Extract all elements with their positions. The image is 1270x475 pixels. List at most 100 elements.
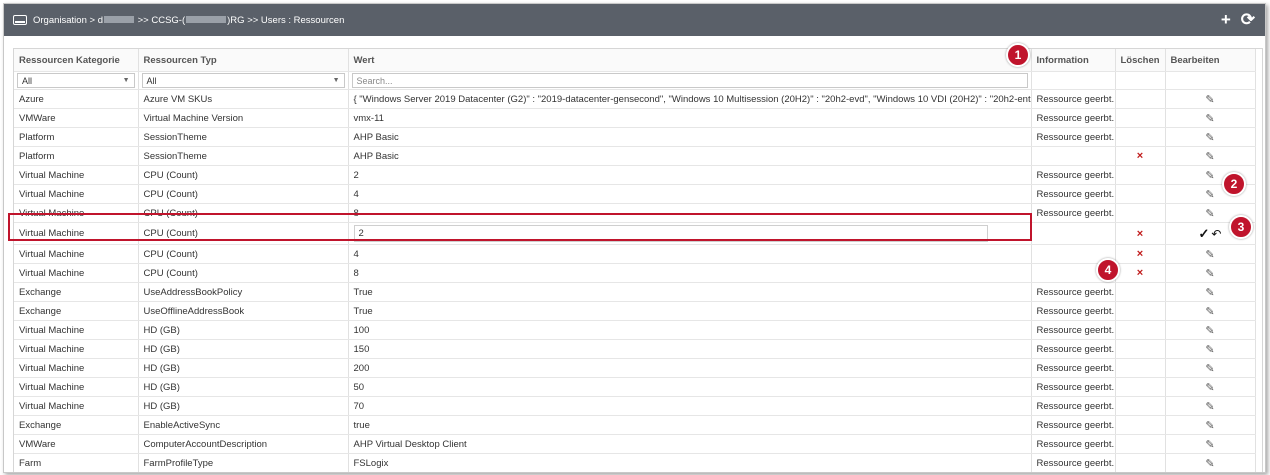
edit-pencil-icon[interactable]: ✎ [1205, 249, 1214, 261]
cell-loeschen [1115, 127, 1166, 147]
chevron-down-icon: ▼ [122, 77, 130, 84]
cell-information: Ressource geerbt. [1031, 396, 1116, 416]
cell-wert: 8 [348, 263, 1032, 283]
table-row[interactable]: Virtual Machine HD (GB) 50 Ressource geerbt… [14, 377, 1256, 397]
edit-pencil-icon[interactable]: ✎ [1205, 306, 1214, 318]
table-row[interactable]: Platform SessionTheme AHP Basic × ✎ [14, 146, 1256, 166]
cell-typ: HD (GB) [138, 358, 349, 378]
cell-wert: 200 [348, 358, 1032, 378]
edit-pencil-icon[interactable]: ✎ [1205, 113, 1214, 125]
table-row[interactable]: Virtual Machine CPU (Count) 2 Ressource gee… [14, 165, 1256, 185]
delete-icon[interactable]: × [1137, 228, 1143, 240]
cell-wert: 8 [348, 203, 1032, 223]
cell-bearbeiten: ✎ [1165, 453, 1256, 472]
resource-grid: Ressourcen Kategorie Ressourcen Typ Wert… [13, 48, 1263, 472]
col-header-wert[interactable]: Wert [348, 49, 1032, 72]
cell-typ: CPU (Count) [138, 222, 349, 245]
table-row[interactable]: Azure Azure VM SKUs{ "Windows Server 2019… [14, 89, 1256, 109]
table-row[interactable]: Virtual Machine CPU (Count) 4 Ressource gee… [14, 184, 1256, 204]
cell-loeschen: × [1115, 146, 1166, 166]
kategorie-filter-select[interactable]: All ▼ [17, 73, 135, 88]
cell-information [1031, 222, 1116, 245]
cell-typ: HD (GB) [138, 377, 349, 397]
table-row[interactable]: Farm FarmProfileType FSLogix Ressource geer… [14, 453, 1256, 472]
table-row[interactable]: Virtual Machine CPU (Count) 8 × ✎ [14, 263, 1256, 283]
cell-kategorie: Virtual Machine [14, 263, 139, 283]
callout-marker-3: 3 [1229, 215, 1253, 239]
edit-pencil-icon[interactable]: ✎ [1205, 268, 1214, 280]
table-row[interactable]: Exchange UseAddressBookPolicy True Ressourc… [14, 282, 1256, 302]
cell-loeschen [1115, 320, 1166, 340]
table-row[interactable]: Virtual Machine HD (GB) 200 Ressource geerb… [14, 358, 1256, 378]
edit-pencil-icon[interactable]: ✎ [1205, 94, 1214, 106]
edit-pencil-icon[interactable]: ✎ [1205, 208, 1214, 220]
edit-pencil-icon[interactable]: ✎ [1205, 363, 1214, 375]
delete-icon[interactable]: × [1137, 248, 1143, 260]
edit-pencil-icon[interactable]: ✎ [1205, 382, 1214, 394]
filter-cell [1031, 71, 1116, 90]
typ-filter-select[interactable]: All ▼ [141, 73, 345, 88]
col-header-typ[interactable]: Ressourcen Typ [138, 49, 349, 72]
callout-marker-1: 1 [1006, 43, 1030, 67]
cell-typ: CPU (Count) [138, 263, 349, 283]
cell-wert: AHP Basic [348, 146, 1032, 166]
cell-typ: FarmProfileType [138, 453, 349, 472]
edit-pencil-icon[interactable]: ✎ [1205, 344, 1214, 356]
breadcrumb-part-1: Organisation > d [33, 14, 103, 26]
edit-pencil-icon[interactable]: ✎ [1205, 189, 1214, 201]
filter-cell [1165, 71, 1256, 90]
cell-wert: True [348, 301, 1032, 321]
table-row[interactable]: Virtual Machine HD (GB) 70 Ressource geerbt… [14, 396, 1256, 416]
cell-bearbeiten: ✎ [1165, 108, 1256, 128]
table-row[interactable]: Exchange EnableActiveSync true Ressource ge… [14, 415, 1256, 435]
cell-typ: CPU (Count) [138, 165, 349, 185]
table-row[interactable]: Platform SessionTheme AHP Basic Ressource g… [14, 127, 1256, 147]
cell-wert: 70 [348, 396, 1032, 416]
add-icon[interactable]: + [1221, 11, 1231, 28]
cell-typ: ComputerAccountDescription [138, 434, 349, 454]
edit-pencil-icon[interactable]: ✎ [1205, 458, 1214, 470]
table-row[interactable]: VMWare Virtual Machine Version vmx-11 Resso… [14, 108, 1256, 128]
cell-loeschen [1115, 453, 1166, 472]
resource-table: Ressourcen Kategorie Ressourcen Typ Wert… [14, 49, 1256, 472]
edit-pencil-icon[interactable]: ✎ [1205, 170, 1214, 182]
delete-icon[interactable]: × [1137, 267, 1143, 279]
edit-pencil-icon[interactable]: ✎ [1205, 287, 1214, 299]
confirm-icon[interactable]: ✓ [1199, 226, 1210, 241]
table-row[interactable]: Virtual Machine CPU (Count) 4 × ✎ [14, 244, 1256, 264]
wert-edit-input[interactable]: 2 [353, 225, 988, 242]
cell-wert: 2 [348, 165, 1032, 185]
cell-loeschen [1115, 89, 1166, 109]
edit-pencil-icon[interactable]: ✎ [1205, 439, 1214, 451]
col-header-loeschen[interactable]: Löschen [1115, 49, 1166, 72]
cell-loeschen [1115, 184, 1166, 204]
table-row[interactable]: Virtual Machine CPU (Count) 8 Ressource gee… [14, 203, 1256, 223]
cell-loeschen [1115, 165, 1166, 185]
edit-pencil-icon[interactable]: ✎ [1205, 420, 1214, 432]
table-row[interactable]: Exchange UseOfflineAddressBook True Ressour… [14, 301, 1256, 321]
cell-typ: Virtual Machine Version [138, 108, 349, 128]
edit-pencil-icon[interactable]: ✎ [1205, 401, 1214, 413]
col-header-kategorie[interactable]: Ressourcen Kategorie [14, 49, 139, 72]
cell-loeschen [1115, 415, 1166, 435]
cell-loeschen [1115, 434, 1166, 454]
cell-kategorie: Farm [14, 453, 139, 472]
editing-row: Virtual Machine CPU (Count) 2 × ✓ ↶ [14, 222, 1256, 245]
delete-icon[interactable]: × [1137, 150, 1143, 162]
edit-pencil-icon[interactable]: ✎ [1205, 325, 1214, 337]
table-row[interactable]: Virtual Machine HD (GB) 100 Ressource geerb… [14, 320, 1256, 340]
breadcrumb: Organisation > d >> CCSG-()RG >> Users :… [33, 15, 344, 26]
col-header-bearbeiten[interactable]: Bearbeiten [1165, 49, 1256, 72]
cell-typ: UseOfflineAddressBook [138, 301, 349, 321]
app-icon [13, 15, 27, 25]
table-row[interactable]: Virtual Machine HD (GB) 150 Ressource geerb… [14, 339, 1256, 359]
table-row[interactable]: VMWare ComputerAccountDescription AHP Virt… [14, 434, 1256, 454]
edit-pencil-icon[interactable]: ✎ [1205, 132, 1214, 144]
undo-icon[interactable]: ↶ [1211, 227, 1221, 241]
col-header-information[interactable]: Information [1031, 49, 1116, 72]
cell-wert: 50 [348, 377, 1032, 397]
window-frame: Organisation > d >> CCSG-()RG >> Users :… [3, 3, 1266, 473]
edit-pencil-icon[interactable]: ✎ [1205, 151, 1214, 163]
refresh-icon[interactable]: ⟳ [1241, 11, 1255, 28]
wert-search-input[interactable]: Search... [351, 73, 1028, 88]
